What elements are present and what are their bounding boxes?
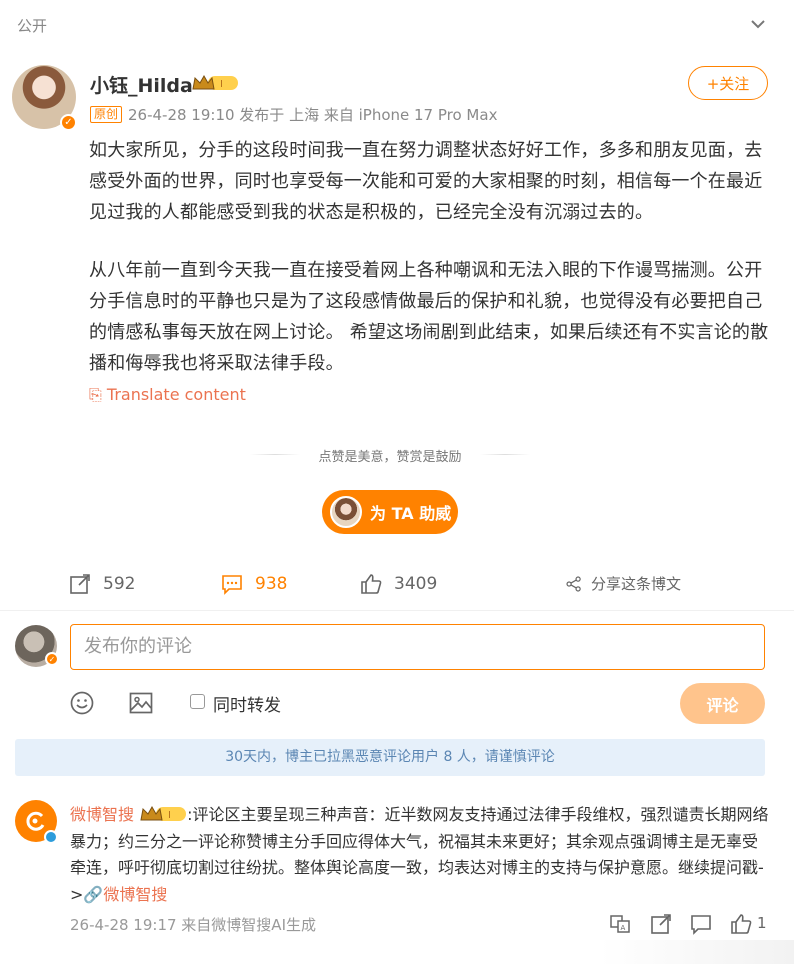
thumbs-up-icon[interactable] <box>730 913 752 935</box>
share-icon <box>566 575 581 592</box>
repost-icon <box>70 574 90 594</box>
ai-search-link[interactable]: 🔗微博智搜 <box>83 885 167 904</box>
ai-comment-meta: 26-4-28 19:17 来自微博智搜AI生成 <box>70 916 316 934</box>
cheer-avatar <box>330 496 362 528</box>
comment-button[interactable]: 938 <box>221 573 287 595</box>
submit-comment-button[interactable]: 评论 <box>680 683 765 724</box>
vip-crown-icon: I <box>140 805 187 821</box>
link-icon: 🔗 <box>83 884 104 904</box>
ai-like-count: 1 <box>757 914 767 932</box>
top-bar: 公开 <box>0 0 794 50</box>
svg-text:I: I <box>168 810 171 821</box>
like-button[interactable]: 3409 <box>360 573 437 595</box>
share-label: 分享这条博文 <box>591 575 682 593</box>
translate-icon: ⎘ <box>89 385 107 404</box>
post-paragraph: 从八年前一直到今天我一直在接受着网上各种嘲讽和无法入眼的下作谩骂揣测。公开分手信… <box>89 260 769 374</box>
ai-search-link-label: 微博智搜 <box>103 884 168 904</box>
visibility-label: 公开 <box>17 17 48 35</box>
divider-line <box>250 454 300 455</box>
translate-label: Translate content <box>106 385 246 404</box>
section-divider <box>0 610 794 611</box>
image-icon[interactable] <box>128 690 154 716</box>
comment-input[interactable]: 发布你的评论 <box>70 624 765 670</box>
comment-icon <box>222 575 242 595</box>
cheer-label: 为 TA 助威 <box>370 504 452 523</box>
chevron-down-icon[interactable] <box>748 14 768 34</box>
verified-badge-icon: ✓ <box>45 652 59 666</box>
share-button[interactable]: 分享这条博文 <box>565 573 681 594</box>
original-tag: 原创 <box>90 106 123 123</box>
scroll-fade <box>600 940 794 964</box>
thumbs-up-icon <box>361 574 382 594</box>
repost-checkbox[interactable] <box>190 694 205 709</box>
weibo-search-icon <box>26 811 45 831</box>
ai-commenter-name[interactable]: 微博智搜 <box>70 805 134 824</box>
reward-text: 点赞是美意，赞赏是鼓励 <box>318 450 462 465</box>
verified-blue-badge-icon <box>44 830 58 844</box>
like-count: 3409 <box>394 574 438 594</box>
svg-text:A: A <box>621 924 626 932</box>
post-meta: 26-4-28 19:10 发布于 上海 来自 iPhone 17 Pro Ma… <box>128 106 498 124</box>
moderation-notice: 30天内，博主已拉黑恶意评论用户 8 人，请谨慎评论 <box>15 739 765 776</box>
follow-button[interactable]: +关注 <box>688 66 768 100</box>
svg-text:I: I <box>220 79 223 90</box>
emoji-icon[interactable] <box>69 690 95 716</box>
divider-line <box>480 454 530 455</box>
ai-comment-body: 微博智搜 I :评论区主要呈现三种声音：近半数网友支持通过法律手段维权，强烈谴责… <box>70 802 770 908</box>
repost-button[interactable]: 592 <box>69 573 135 595</box>
post-paragraph: 如大家所见，分手的这段时间我一直在努力调整状态好好工作，多多和朋友见面，去感受外… <box>89 140 763 223</box>
repost-checkbox-label[interactable]: 同时转发 <box>213 691 281 716</box>
repost-count: 592 <box>103 574 136 594</box>
translate-link[interactable]: ⎘ Translate content <box>89 385 246 405</box>
reply-icon[interactable] <box>690 913 712 935</box>
repost-icon[interactable] <box>650 913 672 935</box>
translate-icon[interactable]: A <box>609 913 631 935</box>
author-name[interactable]: 小钰_Hilda <box>90 71 193 98</box>
cheer-button[interactable]: 为 TA 助威 <box>322 490 458 534</box>
comment-count: 938 <box>255 574 288 594</box>
verified-badge-icon: ✓ <box>60 114 77 131</box>
vip-crown-icon: I <box>192 74 238 90</box>
